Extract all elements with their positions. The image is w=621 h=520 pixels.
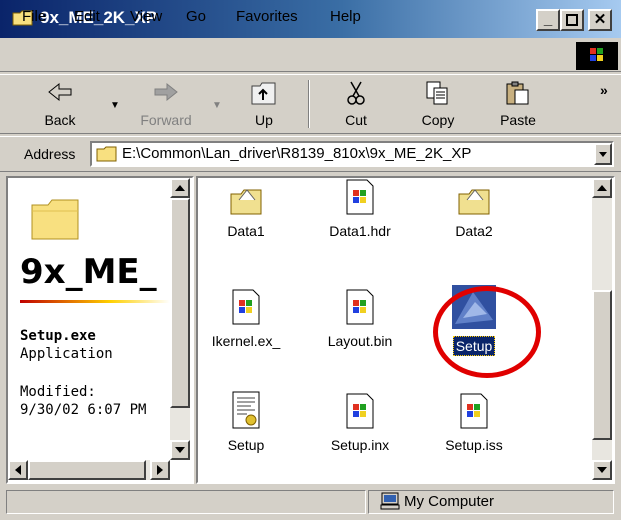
arrow-right-icon: [154, 82, 178, 102]
windows-file-icon: [232, 289, 260, 325]
copy-label: Copy: [421, 112, 455, 128]
minimize-button[interactable]: _: [536, 9, 560, 31]
toolbar-more-button[interactable]: »: [600, 82, 608, 98]
windows-file-icon: [460, 393, 488, 429]
file-name: Ikernel.ex_: [211, 333, 281, 349]
menu-bar: [0, 40, 621, 72]
arrow-right-icon: [157, 465, 163, 475]
menu-view-label: View: [130, 8, 163, 25]
menu-go[interactable]: Go: [186, 8, 206, 25]
file-item-ikernel[interactable]: Ikernel.ex_: [196, 288, 296, 350]
maximize-icon: [566, 14, 578, 26]
file-name: Data2: [455, 223, 493, 239]
forward-button[interactable]: Forward: [136, 80, 196, 130]
my-computer-icon: [380, 492, 400, 510]
file-item-layout-bin[interactable]: Layout.bin: [310, 288, 410, 350]
scroll-up-button[interactable]: [592, 178, 612, 198]
scroll-thumb[interactable]: [592, 290, 612, 440]
arrow-left-icon: [48, 82, 72, 102]
arrow-down-icon: [175, 447, 185, 453]
selected-file-name: Setup.exe: [20, 328, 96, 344]
cut-label: Cut: [345, 112, 367, 128]
forward-label: Forward: [140, 112, 192, 128]
file-item-setup-inx[interactable]: Setup.inx: [310, 392, 410, 454]
file-item-setup-ini[interactable]: Setup: [196, 390, 296, 454]
file-name: Data1: [227, 223, 265, 239]
file-name: Setup.iss: [445, 437, 503, 453]
file-item-data1-hdr[interactable]: Data1.hdr: [310, 178, 410, 240]
menu-edit-label: Edit: [74, 8, 100, 25]
menu-file[interactable]: File: [22, 8, 46, 25]
file-name: Setup: [227, 437, 265, 453]
title-divider: [20, 300, 170, 303]
address-value: E:\Common\Lan_driver\R8139_810x\9x_ME_2K…: [122, 145, 472, 162]
folder-icon: [31, 199, 79, 240]
windows-file-icon: [346, 393, 374, 429]
paste-icon: [506, 81, 529, 105]
scroll-down-button[interactable]: [170, 440, 190, 460]
menu-file-label: File: [22, 8, 47, 25]
folder-up-icon: [251, 82, 276, 105]
scissors-icon: [347, 81, 365, 105]
highlight-circle: [433, 286, 541, 378]
address-label: Address: [24, 146, 76, 162]
arrow-down-icon: [597, 467, 607, 473]
windows-file-icon: [346, 179, 374, 215]
back-button[interactable]: Back: [30, 80, 90, 130]
modified-label: Modified:: [20, 384, 96, 400]
maximize-button[interactable]: [560, 9, 584, 31]
copy-button[interactable]: Copy: [408, 80, 468, 130]
back-label: Back: [44, 112, 76, 128]
menu-favorites-label: Favorites: [236, 8, 298, 25]
scroll-up-button[interactable]: [170, 178, 190, 198]
cut-button[interactable]: Cut: [326, 80, 386, 130]
address-dropdown-button[interactable]: [594, 143, 612, 165]
windows-logo-icon: [576, 42, 618, 70]
menu-edit[interactable]: Edit: [74, 8, 100, 25]
chevron-down-icon: [599, 152, 607, 157]
menu-view[interactable]: View: [130, 8, 162, 25]
scroll-down-button[interactable]: [592, 460, 612, 480]
file-item-data2[interactable]: Data2: [424, 186, 524, 240]
scroll-right-button[interactable]: [150, 460, 170, 480]
paste-button[interactable]: Paste: [488, 80, 548, 130]
windows-file-icon: [346, 289, 374, 325]
selected-file-type: Application: [20, 346, 113, 362]
menu-help[interactable]: Help: [330, 8, 361, 25]
modified-date: 9/30/02 6:07 PM: [20, 402, 147, 418]
menu-go-label: Go: [186, 8, 207, 25]
folder-title: 9x_ME_: [20, 252, 157, 292]
up-button[interactable]: Up: [234, 80, 294, 130]
arrow-up-icon: [175, 185, 185, 191]
folder-icon: [96, 146, 117, 162]
file-item-setup-iss[interactable]: Setup.iss: [424, 392, 524, 454]
menu-help-label: Help: [330, 8, 361, 25]
status-panel-left: [6, 490, 366, 514]
copy-icon: [426, 81, 448, 105]
scroll-left-button[interactable]: [8, 460, 28, 480]
file-name: Layout.bin: [327, 333, 393, 349]
menu-favorites[interactable]: Favorites: [236, 8, 298, 25]
arrow-up-icon: [597, 185, 607, 191]
arrow-left-icon: [15, 465, 21, 475]
folder-icon: [230, 189, 262, 215]
forward-dropdown-icon[interactable]: ▼: [212, 100, 222, 111]
back-dropdown-icon[interactable]: ▼: [110, 100, 120, 111]
close-button[interactable]: ✕: [588, 9, 612, 31]
file-name: Setup.inx: [330, 437, 390, 453]
horizontal-scroll-thumb[interactable]: [28, 460, 146, 480]
status-zone-text: My Computer: [404, 493, 495, 510]
settings-file-icon: [232, 391, 260, 429]
folder-icon: [458, 189, 490, 215]
file-name: Data1.hdr: [329, 223, 391, 239]
up-label: Up: [255, 112, 273, 128]
file-item-data1[interactable]: Data1: [196, 186, 296, 240]
paste-label: Paste: [500, 112, 536, 128]
toolbar-separator: [308, 80, 310, 128]
scroll-thumb[interactable]: [170, 198, 190, 408]
